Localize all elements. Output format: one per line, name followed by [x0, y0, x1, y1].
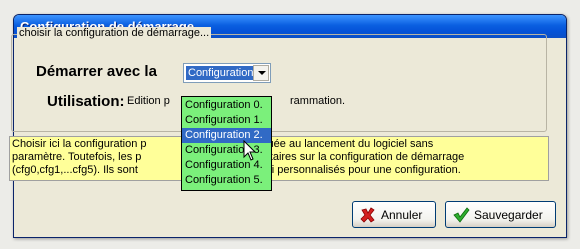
usage-value-end: rammation. — [290, 95, 346, 107]
dropdown-option[interactable]: Configuration 3. — [182, 143, 271, 158]
configuration-dropdown-list: Configuration 0. Configuration 1. Config… — [181, 96, 272, 191]
mouse-pointer-icon — [243, 140, 257, 161]
usage-value-start: Edition p — [127, 95, 170, 107]
config-groupbox: choisir la configuration de démarrage... — [11, 27, 547, 132]
red-x-icon — [360, 206, 375, 223]
dropdown-option[interactable]: Configuration 4. — [182, 158, 271, 173]
dropdown-option[interactable]: Configuration 0. — [182, 98, 271, 113]
save-button-label: Sauvegarder — [474, 207, 543, 222]
info-line-2: paramètre. Toutefois, les p rs prioritai… — [12, 151, 465, 163]
dropdown-option[interactable]: Configuration 1. — [182, 113, 271, 128]
start-with-label: Démarrer avec la — [36, 63, 157, 80]
cancel-button[interactable]: Annuler — [352, 201, 436, 228]
green-check-icon — [453, 206, 470, 223]
groupbox-legend: choisir la configuration de démarrage... — [17, 27, 212, 39]
save-button[interactable]: Sauvegarder — [445, 201, 556, 228]
dropdown-option-highlighted[interactable]: Configuration 2. — [182, 128, 271, 143]
chevron-down-icon[interactable] — [253, 65, 269, 81]
dropdown-option[interactable]: Configuration 5. — [182, 173, 271, 188]
usage-label: Utilisation: — [47, 93, 125, 110]
configuration-select[interactable]: Configuration 1. — [183, 63, 271, 83]
info-panel: Choisir ici la configuration p pliquée a… — [9, 136, 549, 181]
cancel-button-label: Annuler — [381, 207, 423, 222]
info-line-3: (cfg0,cfg1,...cfg5). Ils sont raccourci … — [12, 164, 461, 176]
info-line-1: Choisir ici la configuration p pliquée a… — [12, 138, 434, 150]
